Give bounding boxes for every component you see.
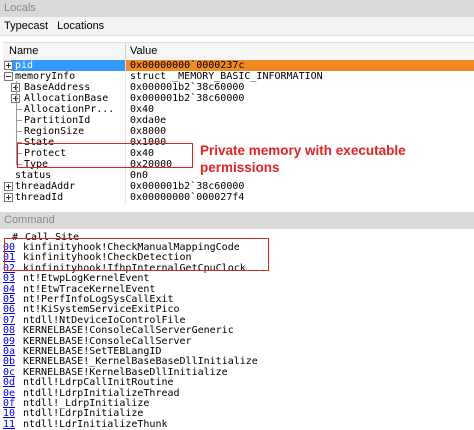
call-site: nt!EtwpLogKernelEvent: [23, 273, 150, 285]
column-divider: [125, 60, 126, 71]
variable-value: struct _MEMORY_BASIC_INFORMATION: [130, 71, 323, 82]
call-site: KERNELBASE!ConsoleCallServer: [23, 335, 192, 347]
call-site: nt!KiSystemServiceExitPico: [23, 304, 180, 316]
locals-row[interactable]: RegionSize 0x8000: [3, 126, 474, 137]
call-site: ntdll!LdrpCallInitRoutine: [23, 377, 174, 389]
menu-typecast[interactable]: Typecast: [4, 20, 48, 32]
column-divider: [125, 115, 126, 126]
frame-index-link[interactable]: 06: [3, 304, 15, 315]
locals-menu-bar: Typecast Locations: [0, 17, 474, 36]
variable-value: 0n0: [130, 170, 149, 181]
command-panel-title: Command: [0, 212, 474, 229]
call-site: ntdll!NtDeviceIoControlFile: [23, 314, 186, 326]
locals-row[interactable]: AllocationPr... 0x40: [3, 104, 474, 115]
call-site: ntdll!LdrInitializeThunk: [23, 418, 168, 430]
variable-name: PartitionId: [24, 115, 91, 126]
frame-index-link[interactable]: 04: [3, 284, 15, 295]
frame-index-link[interactable]: 0b: [3, 356, 15, 367]
expand-icon[interactable]: [4, 193, 13, 202]
column-divider: [125, 170, 126, 181]
variable-name: memoryInfo: [15, 71, 76, 82]
frame-index-link[interactable]: 0d: [3, 377, 15, 388]
locals-row[interactable]: memoryInfo struct _MEMORY_BASIC_INFORMATI…: [3, 71, 474, 82]
column-header-value[interactable]: Value: [130, 43, 157, 60]
call-site: nt!EtwTraceKernelEvent: [23, 283, 156, 295]
locals-row[interactable]: AllocationBase 0x000001b2`38c60000: [3, 93, 474, 104]
locals-row[interactable]: BaseAddress 0x000001b2`38c60000: [3, 82, 474, 93]
locals-row[interactable]: threadId 0x00000000`000027f4: [3, 192, 474, 203]
column-divider: [125, 192, 126, 203]
variable-value: 0x000001b2`38c60000: [130, 181, 245, 192]
frame-index-link[interactable]: 03: [3, 273, 15, 284]
frame-index-link[interactable]: 10: [3, 408, 15, 419]
call-site: ntdll!LdrpInitialize: [23, 408, 144, 420]
expand-icon[interactable]: [4, 61, 13, 70]
frame-index-link[interactable]: 0f: [3, 398, 15, 409]
call-site: KERNELBASE!KernelBaseDllInitialize: [23, 366, 228, 378]
call-site: ntdll!LdrpInitializeThread: [23, 387, 180, 399]
expand-icon[interactable]: [4, 182, 13, 191]
call-site: ntdll!_LdrpInitialize: [23, 398, 150, 409]
frame-index-link[interactable]: 11: [3, 419, 15, 430]
variable-value: 0x000001b2`38c60000: [130, 82, 245, 93]
column-divider: [125, 104, 126, 115]
column-divider: [125, 126, 126, 137]
call-site: nt!PerfInfoLogSysCallExit: [23, 294, 174, 305]
frame-index-link[interactable]: 0a: [3, 346, 15, 357]
column-divider[interactable]: [125, 43, 126, 60]
variable-value: 0x000001b2`38c60000: [130, 93, 245, 104]
variable-value: 0xda0e: [130, 115, 167, 126]
locals-row[interactable]: PartitionId 0xda0e: [3, 115, 474, 126]
variable-value: 0x8000: [130, 126, 167, 137]
frame-index-link[interactable]: 0c: [3, 367, 15, 378]
column-header-name[interactable]: Name: [9, 43, 38, 60]
frame-index-link[interactable]: 09: [3, 336, 15, 347]
locals-panel-title: Locals: [0, 0, 474, 17]
frame-index-link[interactable]: 0e: [3, 388, 15, 399]
protect-type-highlight: [17, 143, 193, 168]
variable-name: RegionSize: [24, 126, 85, 137]
variable-name: status: [15, 170, 52, 181]
variable-value: 0x00000000`0000237c: [130, 60, 245, 71]
column-divider: [125, 93, 126, 104]
variable-name: pid: [15, 60, 34, 71]
locals-row[interactable]: pid 0x00000000`0000237c: [3, 60, 474, 71]
frame-index-link[interactable]: 08: [3, 325, 15, 336]
menu-locations[interactable]: Locations: [57, 20, 104, 32]
collapse-icon[interactable]: [4, 72, 13, 81]
kinfinityhook-frames-highlight: [4, 238, 269, 271]
variable-name: AllocationBase: [24, 93, 109, 104]
frame-index-link[interactable]: 05: [3, 294, 15, 305]
call-site: KERNELBASE!_KernelBaseBaseDllInitialize: [23, 356, 258, 368]
locals-grid-header: Name Value: [3, 42, 474, 61]
variable-name: BaseAddress: [24, 82, 91, 93]
column-divider: [125, 82, 126, 93]
call-site: KERNELBASE!ConsoleCallServerGeneric: [23, 325, 234, 337]
annotation-text: Private memory with executable permissio…: [200, 143, 406, 175]
variable-value: 0x00000000`000027f4: [130, 192, 245, 203]
call-site: KERNELBASE!SetTEBLangID: [23, 346, 162, 357]
frame-index-link[interactable]: 07: [3, 315, 15, 326]
locals-tree: pid 0x00000000`0000237c memoryInfo struct _…: [3, 60, 474, 203]
variable-value: 0x40: [130, 104, 155, 115]
variable-name: AllocationPr...: [24, 104, 115, 115]
column-divider: [125, 181, 126, 192]
column-divider: [125, 71, 126, 82]
variable-name: threadId: [15, 192, 64, 203]
variable-name: threadAddr: [15, 181, 76, 192]
locals-row[interactable]: threadAddr 0x000001b2`38c60000: [3, 181, 474, 192]
